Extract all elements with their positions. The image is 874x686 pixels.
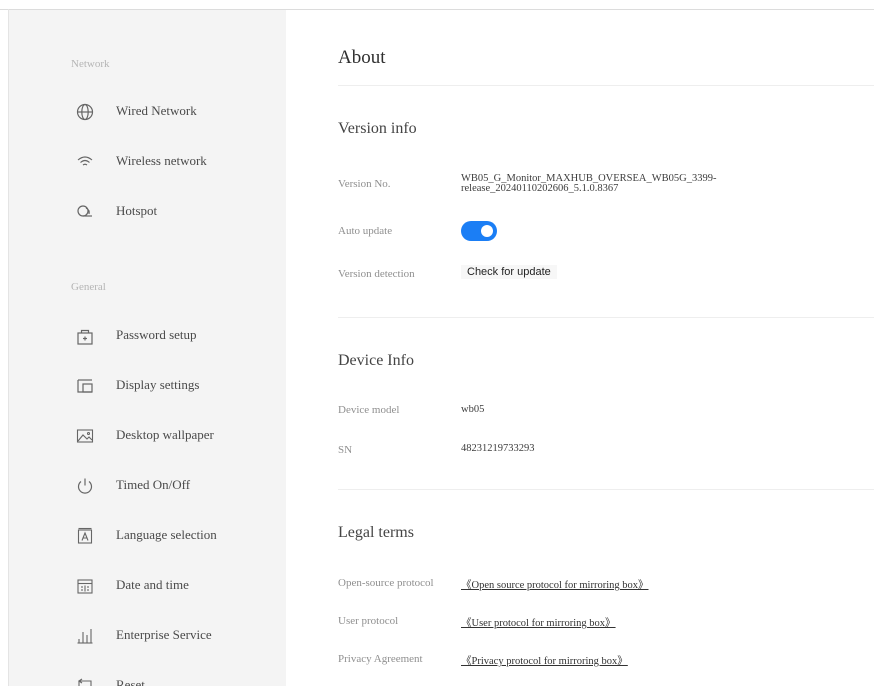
sidebar-item-hotspot[interactable]: Hotspot <box>9 192 286 232</box>
page-title: About <box>338 47 386 68</box>
device-model-value: wb05 <box>461 404 485 415</box>
auto-update-label: Auto update <box>338 225 393 237</box>
sidebar-item-label: Hotspot <box>116 203 158 218</box>
sidebar-item-enterprise-service[interactable]: Enterprise Service <box>9 616 286 656</box>
sidebar-item-label: Password setup <box>116 327 197 342</box>
version-line-2: release_20240110202606_5.1.0.8367 <box>461 183 619 194</box>
sidebar-item-label: Language selection <box>116 527 217 542</box>
language-icon <box>75 526 95 546</box>
sidebar-item-label: Desktop wallpaper <box>116 427 214 442</box>
reset-icon <box>75 676 95 686</box>
legal-terms-heading: Legal terms <box>338 524 414 541</box>
sidebar-item-wireless-network[interactable]: Wireless network <box>9 142 286 182</box>
sidebar-item-reset[interactable]: Reset <box>9 666 286 686</box>
privacy-agreement-link[interactable]: 《Privacy protocol for mirroring box》 <box>461 653 628 668</box>
sidebar-item-label: Wireless network <box>116 153 207 168</box>
sidebar-item-password-setup[interactable]: Password setup <box>9 316 286 356</box>
auto-update-toggle[interactable] <box>461 221 497 241</box>
sn-label: SN <box>338 444 353 456</box>
sidebar-section-general: General <box>71 281 106 293</box>
sidebar: Network Wired Network Wireless network H… <box>9 10 286 686</box>
version-no-label: Version No. <box>338 178 391 190</box>
sidebar-section-network: Network <box>71 58 110 70</box>
sidebar-item-label: Enterprise Service <box>116 627 212 642</box>
privacy-agreement-label: Privacy Agreement <box>338 653 423 665</box>
sidebar-item-language-selection[interactable]: Language selection <box>9 516 286 556</box>
globe-icon <box>75 102 95 122</box>
image-icon <box>75 426 95 446</box>
section-divider <box>338 489 874 490</box>
check-for-update-button[interactable]: Check for update <box>461 265 557 279</box>
calendar-icon <box>75 576 95 596</box>
sidebar-item-label: Reset <box>116 677 145 686</box>
sidebar-item-label: Wired Network <box>116 103 197 118</box>
sidebar-item-timed-on-off[interactable]: Timed On/Off <box>9 466 286 506</box>
bar-chart-icon <box>75 626 95 646</box>
sidebar-item-date-and-time[interactable]: Date and time <box>9 566 286 606</box>
sidebar-item-label: Display settings <box>116 377 200 392</box>
section-divider <box>338 317 874 318</box>
lock-icon <box>75 326 95 346</box>
sidebar-item-display-settings[interactable]: Display settings <box>9 366 286 406</box>
device-model-label: Device model <box>338 404 400 416</box>
version-info-heading: Version info <box>338 120 417 137</box>
title-divider <box>338 85 874 86</box>
sidebar-item-label: Timed On/Off <box>116 477 191 492</box>
sidebar-item-label: Date and time <box>116 577 189 592</box>
toggle-knob <box>481 225 493 237</box>
sidebar-item-desktop-wallpaper[interactable]: Desktop wallpaper <box>9 416 286 456</box>
version-detection-label: Version detection <box>338 268 415 280</box>
open-source-protocol-link[interactable]: 《Open source protocol for mirroring box》 <box>461 577 649 592</box>
power-icon <box>75 476 95 496</box>
user-protocol-link[interactable]: 《User protocol for mirroring box》 <box>461 615 616 630</box>
settings-window: Network Wired Network Wireless network H… <box>0 0 874 686</box>
sn-value: 48231219733293 <box>461 443 535 454</box>
open-source-protocol-label: Open-source protocol <box>338 577 434 589</box>
user-protocol-label: User protocol <box>338 615 399 627</box>
version-no-value: WB05_G_Monitor_MAXHUB_OVERSEA_WB05G_3399… <box>461 173 717 194</box>
display-icon <box>75 376 95 396</box>
wifi-icon <box>75 152 95 172</box>
device-info-heading: Device Info <box>338 352 414 369</box>
sidebar-item-wired-network[interactable]: Wired Network <box>9 92 286 132</box>
hotspot-icon <box>75 202 95 222</box>
main-content: About Version info Version No. WB05_G_Mo… <box>286 10 874 686</box>
